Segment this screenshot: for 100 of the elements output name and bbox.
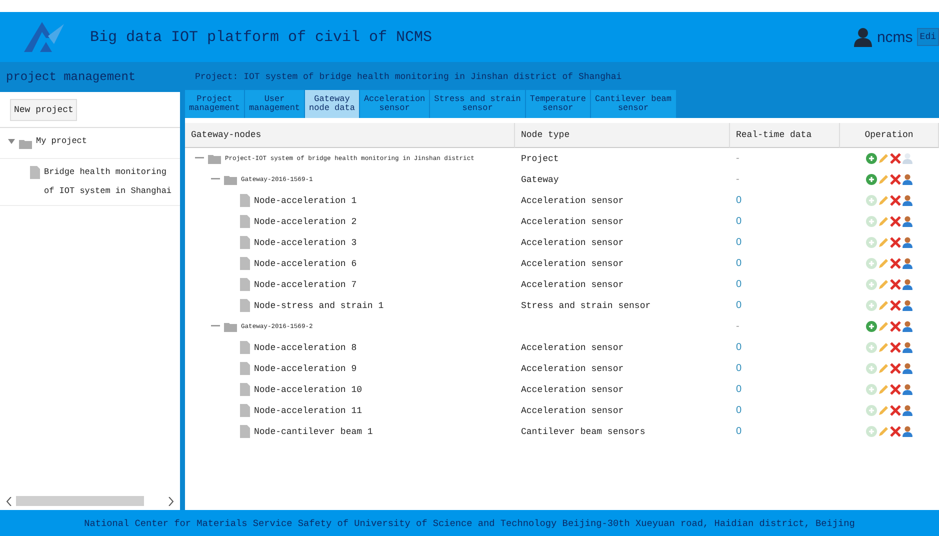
node-name[interactable]: Node-acceleration 1 — [254, 196, 357, 206]
table-cell: Acceleration sensor — [521, 238, 624, 248]
file-icon — [240, 299, 250, 312]
table-cell: Acceleration sensor — [521, 258, 624, 268]
table-cell: - — [736, 153, 740, 164]
delete-icon[interactable] — [890, 174, 901, 185]
file-icon — [240, 278, 250, 291]
node-name[interactable]: Node-stress and strain 1 — [254, 300, 384, 310]
folder-icon — [208, 154, 221, 164]
add-icon[interactable] — [866, 153, 877, 164]
user-name: ncms — [876, 28, 913, 46]
scroll-right-icon[interactable] — [168, 496, 174, 506]
add-icon[interactable] — [866, 174, 877, 185]
tab[interactable]: Acceleration sensor — [360, 90, 430, 118]
column-header: Operation — [840, 123, 939, 148]
tab[interactable]: Project management — [185, 90, 246, 118]
delete-icon[interactable] — [890, 216, 901, 227]
delete-icon[interactable] — [890, 279, 901, 290]
project-title: Project: IOT system of bridge health monitoring in Jinshan district of Shanghai — [194, 71, 623, 84]
delete-icon[interactable] — [890, 237, 901, 248]
person-icon[interactable] — [902, 279, 913, 290]
folder-icon — [224, 174, 237, 184]
file-icon — [240, 341, 250, 354]
person-icon[interactable] — [902, 405, 913, 416]
file-icon — [240, 194, 250, 207]
node-name[interactable]: Node-acceleration 6 — [254, 258, 357, 268]
node-name[interactable]: Node-acceleration 7 — [254, 280, 357, 290]
tab[interactable]: Cantilever beam sensor — [591, 90, 677, 118]
table-cell: Project — [521, 154, 559, 164]
table-cell: 0 — [736, 426, 742, 437]
node-name[interactable]: Node-acceleration 10 — [254, 384, 362, 394]
table-cell: 0 — [736, 384, 742, 395]
table-cell: 0 — [736, 342, 742, 353]
tree-item[interactable]: My project — [36, 132, 88, 151]
expand-triangle-icon[interactable] — [8, 138, 15, 145]
delete-icon[interactable] — [890, 300, 901, 311]
table-cell: 0 — [736, 195, 742, 206]
table-cell: Acceleration sensor — [521, 364, 624, 374]
sidebar-title: project management — [6, 70, 136, 84]
table-cell: 0 — [736, 237, 742, 248]
delete-icon[interactable] — [890, 342, 901, 353]
table-cell: Stress and strain sensor — [521, 300, 651, 310]
table-cell: - — [736, 321, 740, 332]
person-icon[interactable] — [902, 174, 913, 185]
tab[interactable]: Temperature sensor — [526, 90, 591, 118]
scrollbar-thumb[interactable] — [16, 496, 144, 506]
folder-icon — [19, 139, 32, 149]
delete-icon[interactable] — [890, 384, 901, 395]
table-cell: 0 — [736, 300, 742, 311]
file-icon — [30, 166, 40, 179]
person-icon[interactable] — [902, 237, 913, 248]
delete-icon[interactable] — [890, 153, 901, 164]
file-icon — [240, 215, 250, 228]
column-header: Gateway-nodes — [185, 123, 515, 148]
delete-icon[interactable] — [890, 258, 901, 269]
node-name[interactable]: Node-cantilever beam 1 — [254, 426, 373, 436]
person-icon[interactable] — [902, 426, 913, 437]
scroll-left-icon[interactable] — [6, 496, 12, 506]
app-title: Big data IOT platform of civil of NCMS — [90, 28, 434, 46]
column-header: Real-time data — [730, 123, 840, 148]
person-icon[interactable] — [902, 258, 913, 269]
node-name[interactable]: Node-acceleration 3 — [254, 238, 357, 248]
person-icon[interactable] — [902, 195, 913, 206]
add-icon[interactable] — [866, 321, 877, 332]
node-name[interactable]: Node-acceleration 9 — [254, 364, 357, 374]
tab[interactable]: Stress and strain sensor — [430, 90, 526, 118]
file-icon — [240, 383, 250, 396]
person-icon[interactable] — [902, 384, 913, 395]
user-icon — [852, 27, 873, 47]
table-cell: Cantilever beam sensors — [521, 426, 646, 436]
table-cell: 0 — [736, 363, 742, 374]
tree-item[interactable]: Bridge health monitoring of IOT system in Shanghai — [44, 163, 176, 201]
folder-icon — [224, 322, 237, 332]
table-cell: 0 — [736, 258, 742, 269]
file-icon — [240, 257, 250, 270]
node-name[interactable]: Node-acceleration 2 — [254, 216, 357, 226]
person-icon[interactable] — [902, 321, 913, 332]
table-cell: Acceleration sensor — [521, 216, 624, 226]
delete-icon[interactable] — [890, 363, 901, 374]
person-icon[interactable] — [902, 342, 913, 353]
delete-icon[interactable] — [890, 405, 901, 416]
delete-icon[interactable] — [890, 426, 901, 437]
person-icon[interactable] — [902, 363, 913, 374]
delete-icon[interactable] — [890, 195, 901, 206]
person-icon[interactable] — [902, 300, 913, 311]
table-cell: 0 — [736, 405, 742, 416]
table-cell: Acceleration sensor — [521, 342, 624, 352]
table-cell: Acceleration sensor — [521, 280, 624, 290]
node-name[interactable]: Node-acceleration 11 — [254, 406, 362, 416]
node-name[interactable]: Node-acceleration 8 — [254, 342, 357, 352]
person-icon[interactable] — [902, 216, 913, 227]
table-cell: Acceleration sensor — [521, 384, 624, 394]
delete-icon[interactable] — [890, 321, 901, 332]
table-cell: Acceleration sensor — [521, 406, 624, 416]
logo-icon — [22, 20, 66, 54]
footer-text: National Center for Materials Service Safety of University of Science and Technology Beijing-30th Xueyuan road, Haidian district, Beijing — [84, 518, 855, 528]
tab[interactable]: Gateway node data — [305, 90, 360, 118]
new-project-button[interactable]: New project — [10, 98, 78, 120]
table-cell: Acceleration sensor — [521, 196, 624, 206]
tab[interactable]: User management — [245, 90, 306, 118]
